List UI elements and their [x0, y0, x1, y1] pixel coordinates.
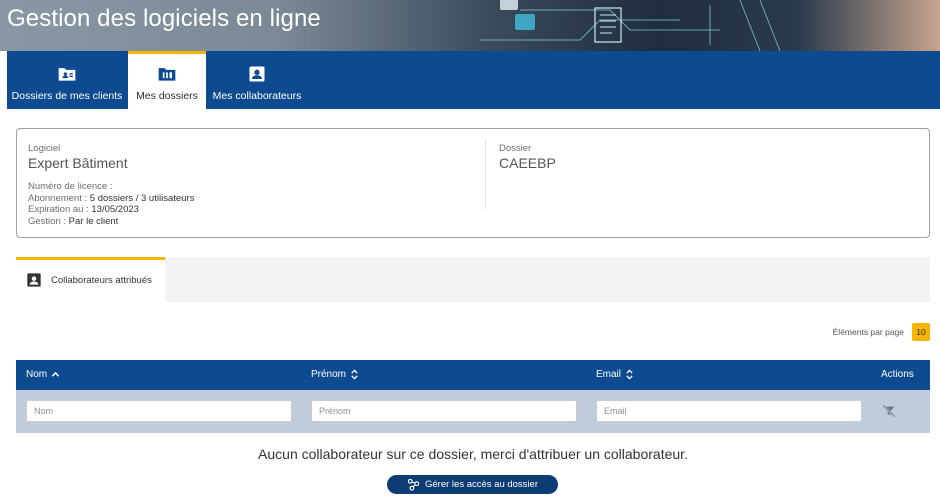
empty-message: Aucun collaborateur sur ce dossier, merc…	[258, 446, 688, 462]
client-folder-icon	[58, 68, 76, 81]
page-size-value[interactable]: 10	[912, 323, 930, 341]
filter-email-input[interactable]	[596, 400, 862, 422]
banner-illustration	[480, 0, 781, 51]
expiration-label: Expiration au :	[28, 204, 89, 215]
expiration-value: 13/05/2023	[91, 204, 139, 215]
sort-icon	[351, 369, 358, 380]
filter-nom-input[interactable]	[26, 400, 292, 422]
column-email[interactable]: Email	[596, 369, 634, 380]
column-nom[interactable]: Nom	[26, 369, 60, 380]
dossier-value: CAEEBP	[499, 155, 556, 171]
dossier-label: Dossier	[499, 143, 532, 154]
tab-dossiers-clients-label: Dossiers de mes clients	[11, 90, 123, 102]
app-title: Gestion des logiciels en ligne	[7, 5, 321, 32]
tab-collaborateurs-attribues[interactable]: Collaborateurs attribués	[16, 257, 165, 302]
license-details: Numéro de licence : Abonnement : 5 dossi…	[28, 181, 194, 227]
sort-icon	[626, 369, 633, 380]
header-banner: Gestion des logiciels en ligne	[0, 0, 940, 51]
gestion-value: Par le client	[68, 215, 119, 227]
person-badge-icon	[249, 66, 265, 82]
column-prenom[interactable]: Prénom	[311, 369, 359, 380]
collaborators-table: Nom Prénom Email Actions	[16, 360, 930, 433]
tab-mes-dossiers[interactable]: Mes dossiers	[128, 51, 206, 109]
logiciel-label: Logiciel	[28, 143, 61, 154]
column-actions-label: Actions	[881, 369, 914, 380]
sort-ascending-icon	[51, 371, 60, 377]
abonnement-label: Abonnement :	[28, 192, 88, 204]
filter-prenom-input[interactable]	[311, 400, 577, 422]
main-nav: Dossiers de mes clients Mes dossiers Mes…	[7, 51, 940, 109]
license-info-card: Logiciel Expert Bâtiment Numéro de licen…	[16, 128, 930, 238]
tab-mes-collaborateurs-label: Mes collaborateurs	[212, 90, 302, 102]
column-nom-label: Nom	[26, 369, 48, 380]
tab-collaborateurs-attribues-label: Collaborateurs attribués	[51, 275, 152, 286]
tab-mes-collaborateurs[interactable]: Mes collaborateurs	[208, 51, 306, 109]
subtab-bar: Collaborateurs attribués	[16, 257, 930, 302]
manage-access-button[interactable]: Gérer les accès au dossier	[387, 475, 558, 494]
tab-mes-dossiers-label: Mes dossiers	[136, 90, 198, 102]
column-email-label: Email	[596, 369, 622, 381]
divider	[485, 141, 486, 209]
clear-filter-icon[interactable]	[882, 404, 896, 418]
filter-row	[16, 390, 930, 433]
logiciel-value: Expert Bâtiment	[28, 155, 128, 171]
share-nodes-icon	[407, 478, 420, 491]
licence-label: Numéro de licence :	[28, 181, 113, 192]
table-header: Nom Prénom Email Actions	[16, 360, 930, 390]
gestion-label: Gestion :	[28, 215, 67, 227]
abonnement-value: 5 dossiers / 3 utilisateurs	[89, 192, 195, 204]
column-prenom-label: Prénom	[311, 369, 347, 381]
folder-icon	[158, 68, 176, 81]
main-panel: Logiciel Expert Bâtiment Numéro de licen…	[7, 109, 940, 500]
tab-dossiers-clients[interactable]: Dossiers de mes clients	[7, 51, 127, 109]
page-size-label: Éléments par page	[832, 327, 904, 337]
person-badge-icon	[27, 273, 41, 287]
manage-access-button-label: Gérer les accès au dossier	[425, 479, 538, 490]
column-actions: Actions	[881, 369, 914, 380]
empty-state: Aucun collaborateur sur ce dossier, merc…	[16, 433, 930, 500]
